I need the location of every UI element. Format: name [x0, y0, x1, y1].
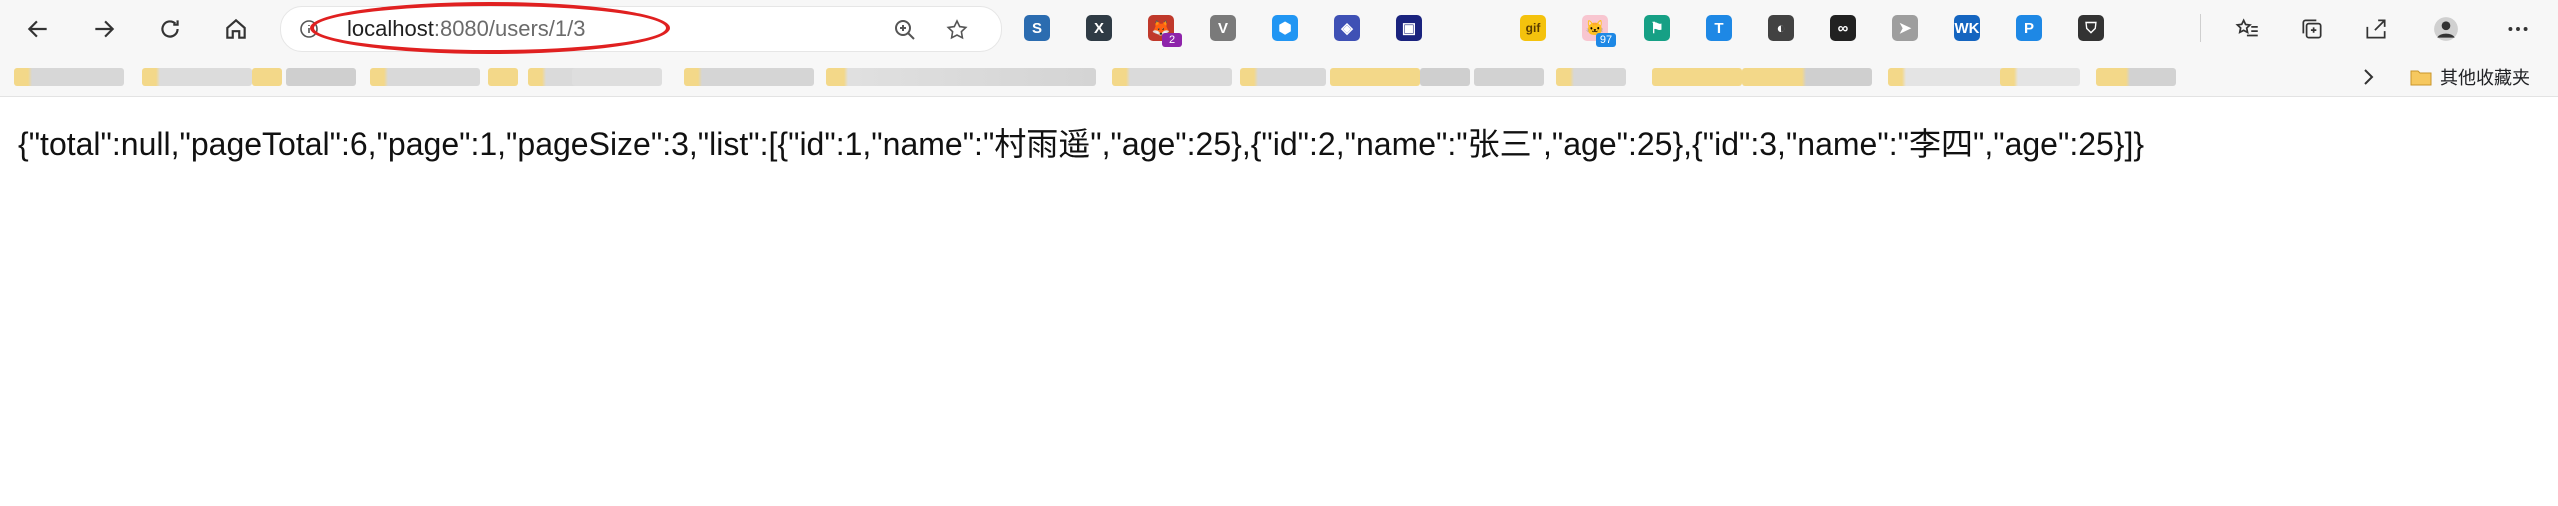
- bookmarks-bar: 其他收藏夹: [0, 58, 2558, 97]
- pet-extension-icon[interactable]: 🦊 2: [1148, 15, 1182, 47]
- favorites-star-list-icon: [2235, 18, 2258, 37]
- home-button[interactable]: [218, 11, 254, 47]
- s-extension-icon[interactable]: S: [1024, 15, 1050, 41]
- bookmark-item[interactable]: [488, 68, 518, 86]
- link-extension-icon[interactable]: ∞: [1830, 15, 1856, 41]
- star-icon[interactable]: [945, 18, 969, 42]
- bookmark-item[interactable]: [684, 68, 814, 86]
- bookmark-item[interactable]: [14, 68, 124, 86]
- hex-extension-icon[interactable]: ⬢: [1272, 15, 1298, 41]
- bookmark-item[interactable]: [1742, 68, 1872, 86]
- gif-extension-icon[interactable]: gif: [1520, 15, 1546, 41]
- other-bookmarks-folder[interactable]: 其他收藏夹: [2410, 64, 2530, 90]
- x-extension-icon[interactable]: X: [1086, 15, 1112, 41]
- back-button[interactable]: [20, 11, 56, 47]
- arrow-left-icon: [27, 20, 47, 38]
- wk-extension-icon[interactable]: WK: [1954, 15, 1980, 41]
- bookmark-item[interactable]: [252, 68, 282, 86]
- share-icon: [2366, 19, 2386, 39]
- cat-extension-icon[interactable]: 🐱 97: [1582, 15, 1616, 47]
- t-extension-icon[interactable]: T: [1706, 15, 1732, 41]
- extension-badge: 2: [1162, 33, 1182, 47]
- blank-extension-icon[interactable]: [1458, 15, 1484, 41]
- bookmark-extension-icon[interactable]: ▣: [1396, 15, 1422, 41]
- cursor-extension-icon[interactable]: ➤: [1892, 15, 1918, 41]
- url-text[interactable]: localhost:8080/users/1/3: [347, 16, 586, 42]
- avatar: [2434, 17, 2458, 41]
- chevron-right-icon[interactable]: [2356, 65, 2380, 89]
- shield-extension-icon[interactable]: ⛉: [2078, 15, 2104, 41]
- cube-extension-icon[interactable]: ◈: [1334, 15, 1360, 41]
- p-extension-icon[interactable]: P: [2016, 15, 2042, 41]
- browser-toolbar: localhost:8080/users/1/3 S X 🦊 2 V ⬢ ◈ ▣ gif 🐱 97 ⚑…: [0, 0, 2558, 58]
- circle-extension-icon[interactable]: ◐: [1768, 15, 1794, 41]
- json-response-text: {"total":null,"pageTotal":6,"page":1,"pa…: [18, 126, 2145, 162]
- bookmark-item[interactable]: [1652, 68, 1742, 86]
- bookmark-item[interactable]: [370, 68, 480, 86]
- ellipsis-icon: [2508, 27, 2528, 31]
- bookmark-item[interactable]: [142, 68, 252, 86]
- url-path: :8080/users/1/3: [433, 16, 586, 41]
- profile-button[interactable]: [2428, 11, 2464, 47]
- url-host: localhost: [347, 16, 434, 41]
- folder-icon: [2410, 70, 2432, 86]
- bookmark-item[interactable]: [2096, 68, 2176, 86]
- refresh-icon: [161, 20, 179, 38]
- bookmark-item[interactable]: [1240, 68, 1326, 86]
- toolbar-separator: [2200, 14, 2201, 42]
- bookmark-item[interactable]: [826, 68, 1096, 86]
- bookmark-item[interactable]: [1330, 68, 1420, 86]
- collections-icon: [2302, 19, 2322, 39]
- flag-extension-icon[interactable]: ⚑: [1644, 15, 1670, 41]
- bookmark-item[interactable]: [1556, 68, 1626, 86]
- address-bar[interactable]: localhost:8080/users/1/3: [280, 6, 1002, 52]
- zoom-icon[interactable]: [893, 18, 917, 42]
- bookmark-item[interactable]: [286, 68, 356, 86]
- favorites-button[interactable]: [2230, 11, 2266, 47]
- collections-button[interactable]: [2294, 11, 2330, 47]
- more-menu-button[interactable]: [2500, 11, 2536, 47]
- bookmark-item[interactable]: [1112, 68, 1232, 86]
- other-bookmarks-label: 其他收藏夹: [2440, 68, 2530, 88]
- bookmark-item[interactable]: [2000, 68, 2080, 86]
- share-button[interactable]: [2358, 11, 2394, 47]
- forward-button[interactable]: [86, 11, 122, 47]
- arrow-right-icon: [95, 20, 115, 38]
- bookmark-item[interactable]: [1474, 68, 1544, 86]
- bookmark-item[interactable]: [1420, 68, 1470, 86]
- extension-badge: 97: [1596, 33, 1616, 47]
- bookmark-item[interactable]: [572, 68, 662, 86]
- vue-extension-icon[interactable]: V: [1210, 15, 1236, 41]
- refresh-button[interactable]: [152, 11, 188, 47]
- info-icon[interactable]: [299, 19, 319, 39]
- home-icon: [226, 18, 246, 39]
